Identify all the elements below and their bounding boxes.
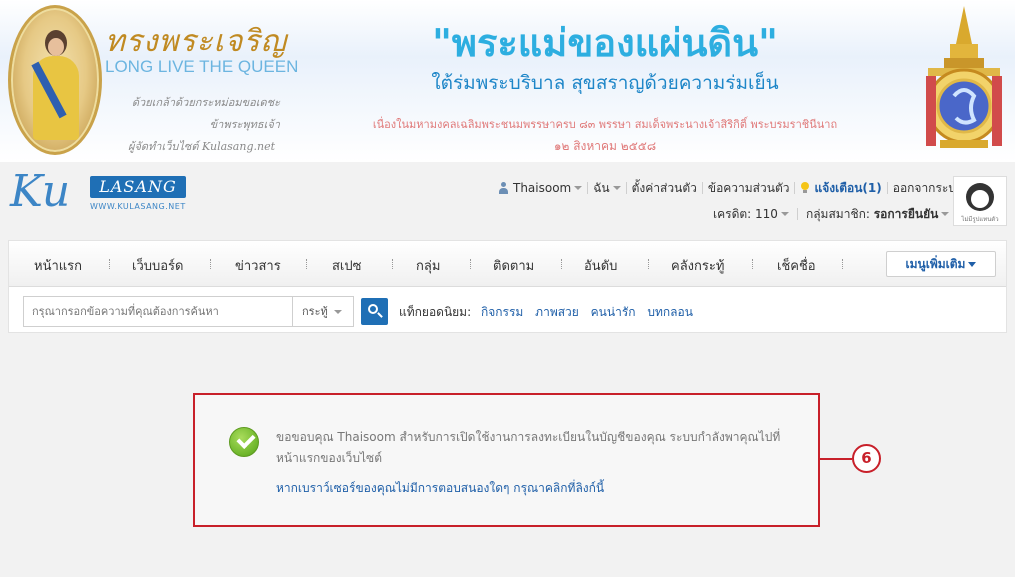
- credit-caret-icon[interactable]: [780, 212, 789, 216]
- avatar-face-icon: [971, 190, 989, 208]
- more-menu-label: เมนูเพิ่มเติม: [905, 257, 966, 271]
- royal-emblem-icon: [926, 6, 1002, 148]
- callout-line: [820, 458, 852, 460]
- hot-tags: แท็กยอดนิยม: กิจกรรม ภาพสวย คนน่ารัก บทก…: [399, 303, 701, 322]
- username-link[interactable]: Thaisoom: [513, 181, 571, 195]
- nav-space[interactable]: สเปซ: [332, 255, 361, 276]
- credit-bar: เครดิต: 110 กลุ่มสมาชิก: รอการยืนยัน: [713, 205, 950, 224]
- settings-link[interactable]: ตั้งค่าส่วนตัว: [632, 179, 697, 198]
- nav-archive[interactable]: คลังกระทู้: [671, 255, 724, 276]
- nav-follow[interactable]: ติดตาม: [493, 255, 534, 276]
- nav-panel: หน้าแรก เว็บบอร์ด ข่าวสาร สเปซ กลุ่ม ติด…: [8, 240, 1007, 333]
- search-scope-select[interactable]: กระทู้: [292, 296, 354, 327]
- site-logo[interactable]: Ku LASANG WWW.KULASANG.NET: [10, 168, 190, 218]
- user-icon: [498, 182, 509, 194]
- group-value[interactable]: รอการยืนยัน: [874, 205, 939, 224]
- royal-banner: ทรงพระเจริญ LONG LIVE THE QUEEN ด้วยเกล้…: [0, 0, 1015, 162]
- banner-motto-sub: ใต้ร่มพระบริบาล สุขสราญด้วยความร่มเย็น: [431, 72, 779, 94]
- group-label: กลุ่มสมาชิก:: [805, 206, 870, 221]
- queen-subtitle: LONG LIVE THE QUEEN: [105, 57, 299, 76]
- hot-tag[interactable]: คนน่ารัก: [591, 305, 636, 319]
- nav-webboard[interactable]: เว็บบอร์ด: [132, 255, 183, 276]
- avatar-label: ไม่มีรูปแทนตัว: [961, 216, 999, 223]
- nav-checkin[interactable]: เช็คชื่อ: [777, 255, 816, 276]
- bulb-icon: [800, 182, 810, 194]
- me-menu[interactable]: ฉัน: [593, 179, 609, 198]
- hot-tag[interactable]: กิจกรรม: [481, 305, 523, 319]
- group-caret-icon[interactable]: [941, 212, 950, 216]
- callout-number-badge: 6: [852, 444, 881, 473]
- nav-news[interactable]: ข่าวสาร: [235, 255, 281, 276]
- banner-motto-date: ๑๒ สิงหาคม ๒๕๕๘: [553, 139, 657, 153]
- banner-motto-note: เนื่องในมหามงคลเฉลิมพระชนมพรรษาครบ ๘๓ พร…: [372, 118, 838, 131]
- success-message-text: ขอขอบคุณ Thaisoom สำหรับการเปิดใช้งานการ…: [276, 430, 781, 465]
- hot-tag[interactable]: บทกลอน: [647, 305, 693, 319]
- me-caret-icon[interactable]: [612, 186, 621, 190]
- avatar[interactable]: ไม่มีรูปแทนตัว: [953, 176, 1007, 226]
- hot-tags-label: แท็กยอดนิยม:: [399, 305, 472, 319]
- logo-ku-text: Ku: [10, 166, 71, 217]
- search-input[interactable]: [23, 296, 293, 327]
- hot-tag[interactable]: ภาพสวย: [535, 305, 579, 319]
- more-menu-caret-icon: [968, 262, 977, 267]
- username-caret-icon[interactable]: [574, 186, 583, 190]
- search-button[interactable]: [361, 298, 388, 325]
- messages-link[interactable]: ข้อความส่วนตัว: [708, 179, 790, 198]
- notify-link[interactable]: แจ้งเตือน(1): [814, 179, 881, 198]
- queen-note-2: ข้าพระพุทธเจ้า: [209, 118, 280, 131]
- success-message-box: ขอขอบคุณ Thaisoom สำหรับการเปิดใช้งานการ…: [193, 393, 820, 527]
- search-scope-value: กระทู้: [302, 305, 328, 318]
- credit-value[interactable]: 110: [755, 207, 778, 221]
- logo-box-text: LASANG: [90, 176, 186, 198]
- credit-label: เครดิต:: [713, 206, 752, 221]
- user-bar: Thaisoom ฉัน ตั้งค่าส่วนตัว ข้อความส่วนต…: [498, 180, 964, 196]
- nav-group[interactable]: กลุ่ม: [416, 255, 440, 276]
- main-nav: หน้าแรก เว็บบอร์ด ข่าวสาร สเปซ กลุ่ม ติด…: [9, 241, 1006, 287]
- nav-home[interactable]: หน้าแรก: [34, 255, 82, 276]
- queen-note-3: ผู้จัดทำเว็บไซต์ Kulasang.net: [128, 140, 275, 153]
- check-icon: [229, 427, 259, 457]
- redirect-link[interactable]: หากเบราว์เซอร์ของคุณไม่มีการตอบสนองใดๆ ก…: [276, 479, 604, 498]
- more-menu-button[interactable]: เมนูเพิ่มเติม: [886, 251, 996, 277]
- search-scope-caret-icon: [333, 310, 342, 314]
- logo-url-text: WWW.KULASANG.NET: [90, 202, 186, 211]
- banner-motto: "พระแม่ของแผ่นดิน": [432, 21, 778, 65]
- queen-note-1: ด้วยเกล้าด้วยกระหม่อมขอเดชะ: [131, 96, 280, 109]
- nav-ranking[interactable]: อันดับ: [584, 255, 617, 276]
